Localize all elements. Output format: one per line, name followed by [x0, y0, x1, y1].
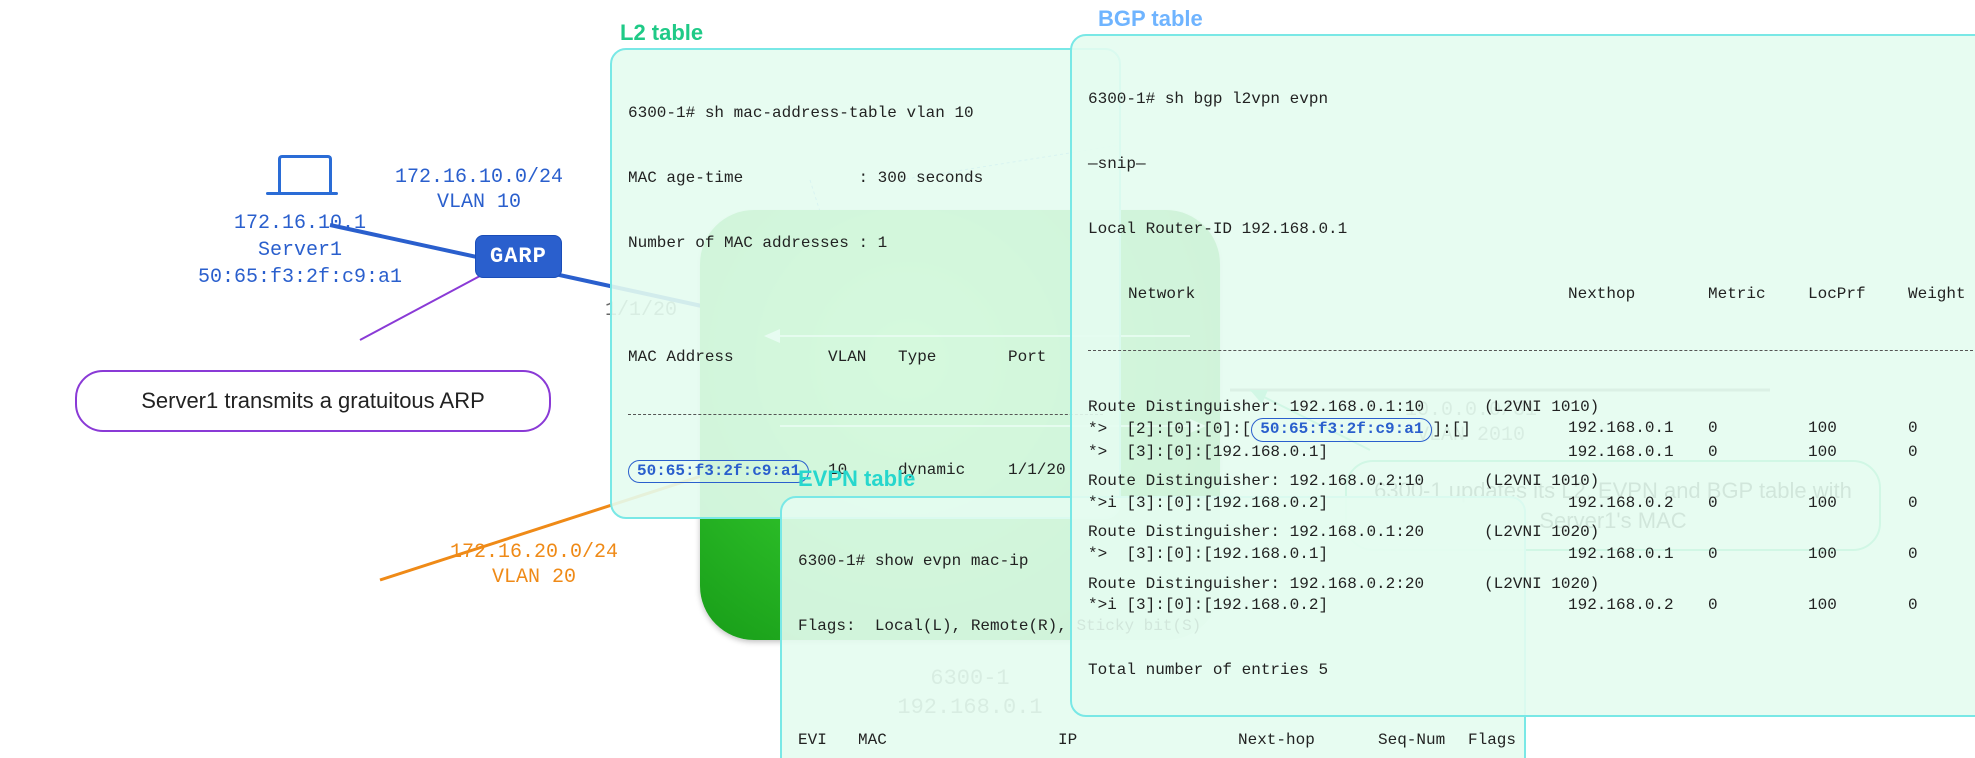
evpn-h-ip: IP [1058, 730, 1238, 752]
bgp-rd-line: Route Distinguisher: 192.168.0.1:10 (L2VN… [1088, 397, 1975, 419]
evpn-h-nh: Next-hop [1238, 730, 1378, 752]
bgp-nh: 192.168.0.1 [1568, 418, 1708, 442]
bgp-cmd: 6300-1# sh bgp l2vpn evpn [1088, 89, 1975, 111]
server-labels: 172.16.10.1 Server1 50:65:f3:2f:c9:a1 [180, 210, 420, 291]
link-vlan20: 172.16.20.0/24 VLAN 20 [450, 540, 618, 590]
server-mac: 50:65:f3:2f:c9:a1 [180, 264, 420, 291]
evpn-h-flags: Flags [1468, 730, 1528, 752]
bgp-prefix: *>i [3]:[0]:[192.168.0.2] [1088, 595, 1568, 617]
bgp-weight: 0 [1908, 442, 1975, 464]
bgp-vni: (L2VNI 1010) [1484, 472, 1599, 490]
l2-title: L2 table [620, 20, 703, 46]
bgp-weight: 0 [1908, 418, 1975, 442]
evpn-h-evi: EVI [798, 730, 858, 752]
server-name: Server1 [180, 237, 420, 264]
bgp-nh: 192.168.0.2 [1568, 493, 1708, 515]
l2-count: Number of MAC addresses : 1 [628, 233, 1103, 255]
bgp-metric: 0 [1708, 442, 1808, 464]
bgp-route-row: *>i [3]:[0]:[192.168.0.2]192.168.0.20100… [1088, 595, 1975, 617]
evpn-title: EVPN table [798, 466, 915, 492]
bgp-vni: (L2VNI 1020) [1484, 575, 1599, 593]
vlan20-subnet: 172.16.20.0/24 [450, 540, 618, 565]
bgp-locprf: 100 [1808, 442, 1908, 464]
evpn-title-wrap: EVPN table [798, 466, 915, 494]
bgp-total: Total number of entries 5 [1088, 660, 1975, 682]
l2-panel: 6300-1# sh mac-address-table vlan 10 MAC… [610, 48, 1121, 519]
bgp-rd: Route Distinguisher: 192.168.0.1:10 [1088, 398, 1424, 416]
bgp-body: Route Distinguisher: 192.168.0.1:10 (L2VN… [1088, 397, 1975, 617]
l2-title-wrap: L2 table [620, 20, 703, 48]
bgp-locprf: 100 [1808, 595, 1908, 617]
bgp-nh: 192.168.0.1 [1568, 544, 1708, 566]
garp-badge: GARP [475, 235, 562, 278]
l2-h-mac: MAC Address [628, 347, 828, 369]
bgp-route-row: *>i [3]:[0]:[192.168.0.2]192.168.0.20100… [1088, 493, 1975, 515]
l2-mac-chip: 50:65:f3:2f:c9:a1 [628, 460, 809, 484]
bgp-metric: 0 [1708, 544, 1808, 566]
bgp-nh: 192.168.0.1 [1568, 442, 1708, 464]
vlan10-name: VLAN 10 [395, 190, 563, 215]
bgp-prefix: *>i [3]:[0]:[192.168.0.2] [1088, 493, 1568, 515]
bgp-title-wrap: BGP table [1098, 6, 1203, 34]
bgp-weight: 0 [1908, 493, 1975, 515]
l2-header: MAC Address VLAN Type Port [628, 347, 1103, 369]
bgp-rd: Route Distinguisher: 192.168.0.2:10 [1088, 472, 1424, 490]
bgp-h-nh: Nexthop [1568, 284, 1708, 306]
l2-age: MAC age-time : 300 seconds [628, 168, 1103, 190]
bgp-rd-line: Route Distinguisher: 192.168.0.1:20 (L2VN… [1088, 522, 1975, 544]
bgp-metric: 0 [1708, 493, 1808, 515]
bgp-vni: (L2VNI 1020) [1484, 523, 1599, 541]
bgp-prefix: *> [2]:[0]:[0]:[50:65:f3:2f:c9:a1]:[] [1088, 418, 1568, 442]
bgp-locprf: 100 [1808, 418, 1908, 442]
evpn-h-mac: MAC [858, 730, 1058, 752]
bgp-h-locprf: LocPrf [1808, 284, 1908, 306]
bgp-h-weight: Weight [1908, 284, 1975, 306]
bgp-metric: 0 [1708, 418, 1808, 442]
bgp-prefix: *> [3]:[0]:[192.168.0.1] [1088, 442, 1568, 464]
bgp-header: Network Nexthop Metric LocPrf Weight Pat… [1088, 284, 1975, 306]
bgp-rd: Route Distinguisher: 192.168.0.2:20 [1088, 575, 1424, 593]
bgp-title: BGP table [1098, 6, 1203, 32]
l2-h-vlan: VLAN [828, 347, 898, 369]
bgp-locprf: 100 [1808, 493, 1908, 515]
evpn-h-seq: Seq-Num [1378, 730, 1468, 752]
bgp-rd-line: Route Distinguisher: 192.168.0.2:10 (L2VN… [1088, 471, 1975, 493]
bgp-h-net: Network [1088, 284, 1568, 306]
callout-garp: Server1 transmits a gratuitous ARP [75, 370, 551, 432]
bgp-route-row: *> [2]:[0]:[0]:[50:65:f3:2f:c9:a1]:[]192… [1088, 418, 1975, 442]
server-base [266, 192, 338, 195]
bgp-nh: 192.168.0.2 [1568, 595, 1708, 617]
server-ip: 172.16.10.1 [180, 210, 420, 237]
bgp-vni: (L2VNI 1010) [1484, 398, 1599, 416]
bgp-mac-chip: 50:65:f3:2f:c9:a1 [1251, 418, 1432, 442]
bgp-panel: 6300-1# sh bgp l2vpn evpn —snip— Local R… [1070, 34, 1975, 717]
link-vlan10: 172.16.10.0/24 VLAN 10 [395, 165, 563, 215]
bgp-h-metric: Metric [1708, 284, 1808, 306]
server-icon [278, 155, 332, 192]
bgp-rid: Local Router-ID 192.168.0.1 [1088, 219, 1975, 241]
bgp-locprf: 100 [1808, 544, 1908, 566]
bgp-weight: 0 [1908, 595, 1975, 617]
bgp-metric: 0 [1708, 595, 1808, 617]
bgp-snip: —snip— [1088, 154, 1975, 176]
bgp-rd: Route Distinguisher: 192.168.0.1:20 [1088, 523, 1424, 541]
vlan10-subnet: 172.16.10.0/24 [395, 165, 563, 190]
bgp-weight: 0 [1908, 544, 1975, 566]
vlan20-name: VLAN 20 [450, 565, 618, 590]
l2-cmd: 6300-1# sh mac-address-table vlan 10 [628, 103, 1103, 125]
bgp-route-row: *> [3]:[0]:[192.168.0.1]192.168.0.101000… [1088, 442, 1975, 464]
l2-h-type: Type [898, 347, 1008, 369]
evpn-header: EVI MAC IP Next-hop Seq-Num Flags [798, 730, 1508, 752]
bgp-route-row: *> [3]:[0]:[192.168.0.1]192.168.0.101000… [1088, 544, 1975, 566]
bgp-rd-line: Route Distinguisher: 192.168.0.2:20 (L2VN… [1088, 574, 1975, 596]
bgp-prefix: *> [3]:[0]:[192.168.0.1] [1088, 544, 1568, 566]
